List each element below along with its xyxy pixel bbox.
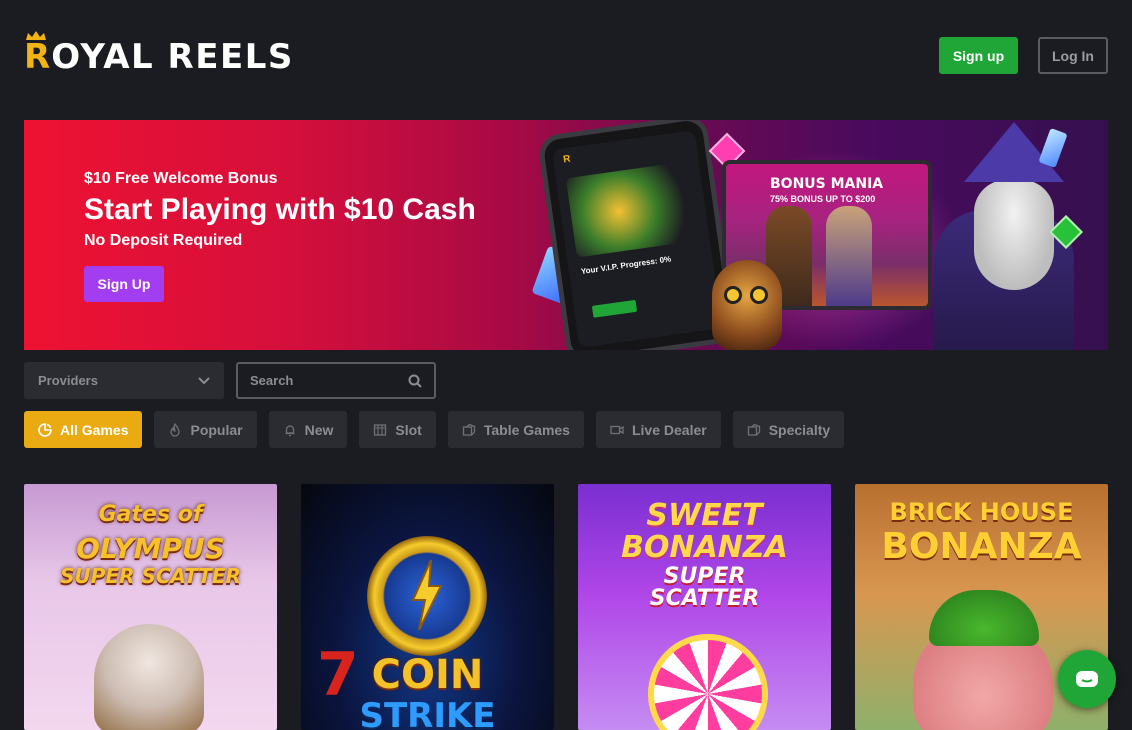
providers-label: Providers bbox=[38, 373, 98, 388]
phone-vip-text: Your V.I.P. Progress: 0% bbox=[580, 254, 672, 277]
chat-icon bbox=[1076, 671, 1098, 687]
tab-label: Live Dealer bbox=[631, 421, 707, 438]
royal-reels-logo[interactable]: R OYAL REELS bbox=[24, 30, 294, 74]
tab-popular[interactable]: Popular bbox=[154, 411, 257, 448]
game-title-line: STRIKE bbox=[359, 696, 496, 730]
banner-signup-button[interactable]: Sign Up bbox=[84, 266, 164, 302]
game-title-line: BONANZA bbox=[881, 526, 1082, 567]
logo-letter-r: R bbox=[24, 37, 52, 77]
promo-title: BONUS MANIA bbox=[770, 176, 884, 192]
phone-logo: R bbox=[562, 153, 572, 166]
category-tabs: All Games Popular New Slot Table Games L… bbox=[24, 411, 845, 448]
tab-specialty[interactable]: Specialty bbox=[732, 411, 845, 448]
all-games-icon bbox=[38, 422, 52, 437]
wizard-beard bbox=[974, 180, 1054, 290]
flame-icon bbox=[170, 422, 181, 437]
dice-icon bbox=[747, 423, 760, 436]
game-tile-coin-strike[interactable]: 7 COIN STRIKE bbox=[301, 484, 554, 730]
game-title-line: BONANZA bbox=[621, 530, 788, 565]
video-icon bbox=[610, 425, 624, 434]
tab-table-games[interactable]: Table Games bbox=[447, 411, 584, 448]
game-title-line: SWEET bbox=[646, 498, 763, 533]
crown-icon bbox=[26, 31, 46, 40]
game-title-line: COIN bbox=[371, 652, 484, 698]
tab-label: Popular bbox=[190, 421, 243, 438]
phone-screen: R Your V.I.P. Progress: 0% bbox=[551, 129, 723, 349]
game-title-line: SUPER SCATTER bbox=[60, 564, 241, 588]
owl-illustration bbox=[712, 260, 782, 350]
lollipop-illustration bbox=[648, 634, 768, 730]
slot-machine-icon bbox=[374, 423, 387, 436]
pig-hat-illustration bbox=[929, 590, 1039, 646]
banner-title: Start Playing with $10 Cash bbox=[84, 193, 476, 226]
tab-new[interactable]: New bbox=[268, 411, 348, 448]
game-title-line: SCATTER bbox=[649, 586, 760, 611]
tab-all-games[interactable]: All Games bbox=[24, 411, 143, 448]
game-title-line: BRICK HOUSE bbox=[889, 498, 1074, 526]
tab-slot[interactable]: Slot bbox=[359, 411, 436, 448]
tab-label: Specialty bbox=[768, 421, 831, 438]
tab-label: Slot bbox=[395, 421, 422, 438]
search-input[interactable] bbox=[250, 373, 400, 388]
owl-eye-left bbox=[724, 286, 742, 304]
dice-icon bbox=[462, 423, 476, 436]
owl-eye-right bbox=[750, 286, 768, 304]
phone-illustration: R Your V.I.P. Progress: 0% bbox=[536, 120, 738, 350]
search-box[interactable] bbox=[236, 362, 436, 399]
providers-dropdown[interactable]: Providers bbox=[24, 362, 224, 399]
lightning-bolt-icon bbox=[411, 560, 443, 630]
login-button[interactable]: Log In bbox=[1038, 37, 1108, 74]
game-tile-sweet-bonanza[interactable]: SWEET BONANZA SUPER SCATTER bbox=[578, 484, 831, 730]
signup-button[interactable]: Sign up bbox=[939, 37, 1018, 74]
chat-button[interactable] bbox=[1058, 650, 1116, 708]
game-tile-gates-of-olympus[interactable]: Gates of OLYMPUS SUPER SCATTER bbox=[24, 484, 277, 730]
page: R OYAL REELS Sign up Log In $10 Free Wel… bbox=[0, 0, 1132, 730]
logo-text: OYAL REELS bbox=[51, 37, 294, 77]
chevron-down-icon bbox=[198, 376, 210, 384]
promo-subtitle: 75% BONUS UP TO $200 bbox=[770, 194, 876, 204]
game-title-line: Gates of bbox=[98, 502, 203, 527]
phone-game-tile bbox=[565, 161, 696, 258]
banner-note: No Deposit Required bbox=[84, 232, 243, 249]
tab-live-dealer[interactable]: Live Dealer bbox=[595, 411, 721, 448]
banner-subtitle: $10 Free Welcome Bonus bbox=[84, 170, 278, 187]
tab-label: All Games bbox=[60, 421, 129, 438]
promo-banner[interactable]: $10 Free Welcome Bonus Start Playing wit… bbox=[24, 120, 1108, 350]
bell-icon bbox=[285, 424, 295, 436]
phone-button bbox=[591, 299, 638, 318]
tab-label: New bbox=[304, 421, 334, 438]
cowgirl-illustration bbox=[826, 206, 872, 306]
game-title-line: OLYMPUS bbox=[76, 532, 225, 565]
tab-label: Table Games bbox=[483, 421, 570, 438]
search-icon[interactable] bbox=[408, 374, 422, 388]
zeus-illustration bbox=[94, 624, 204, 730]
